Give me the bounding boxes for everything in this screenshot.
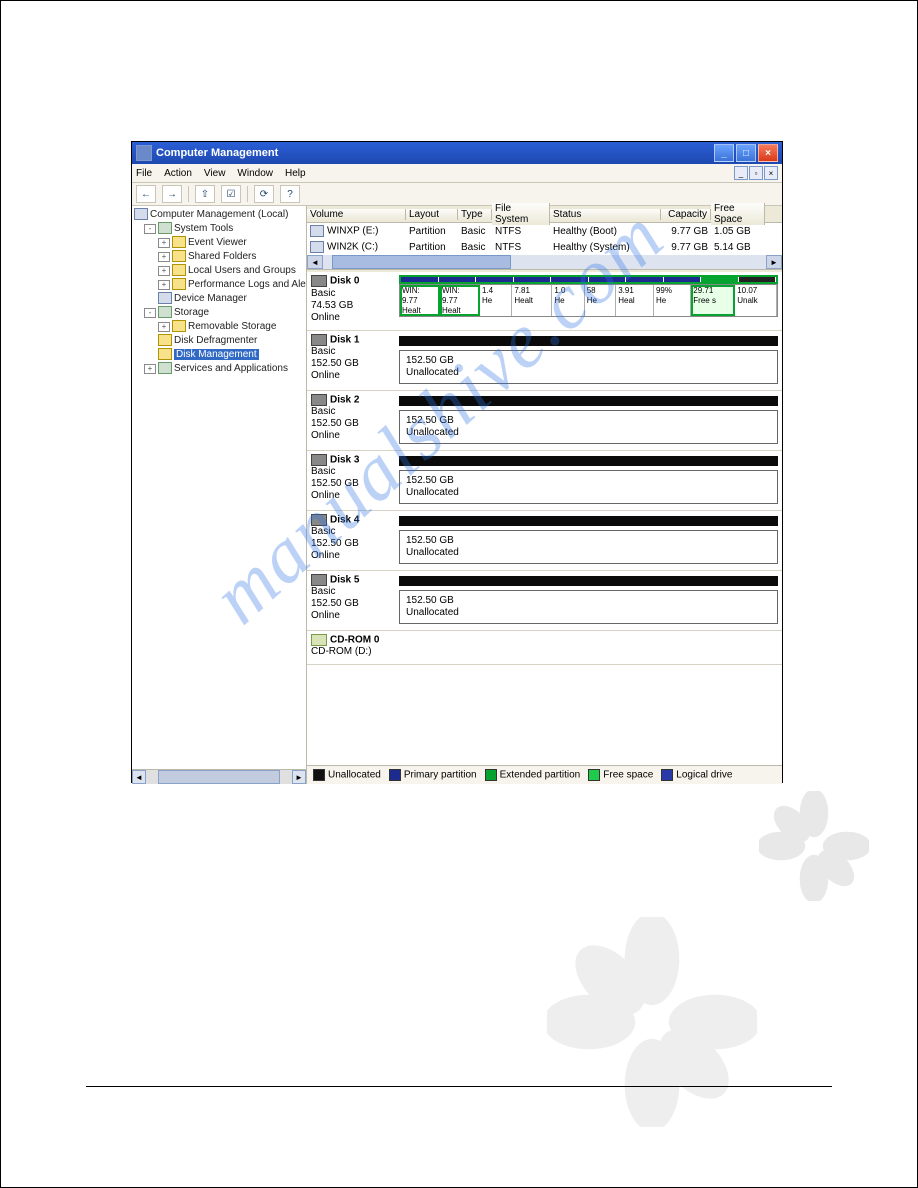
disk-row[interactable]: Disk 4Basic152.50 GBOnline152.50 GBUnall…	[307, 511, 782, 571]
menu-bar: File Action View Window Help _ ▫ ×	[132, 164, 782, 183]
help-button[interactable]: ?	[280, 185, 300, 203]
disk-info: Disk 4Basic152.50 GBOnline	[311, 514, 399, 564]
hscroll-thumb[interactable]	[332, 255, 511, 269]
disk-info: Disk 1Basic152.50 GBOnline	[311, 334, 399, 384]
partition-cell[interactable]: WIN:9.77Healt	[440, 285, 480, 316]
tree-perf-logs[interactable]: +Performance Logs and Alerts	[134, 278, 304, 292]
menu-action[interactable]: Action	[164, 168, 192, 179]
tree-event-viewer[interactable]: +Event Viewer	[134, 236, 304, 250]
tree-disk-management[interactable]: Disk Management	[134, 348, 304, 362]
partition-cell[interactable]: 1.4He	[480, 285, 512, 316]
disk-info: Disk 2Basic152.50 GBOnline	[311, 394, 399, 444]
disk-info: Disk 0 Basic 74.53 GB Online	[311, 275, 399, 324]
col-layout[interactable]: Layout	[406, 209, 458, 220]
console-tree[interactable]: Computer Management (Local) -System Tool…	[132, 206, 306, 769]
tree-disk-defragmenter[interactable]: Disk Defragmenter	[134, 334, 304, 348]
disk-map: Disk 0 Basic 74.53 GB Online	[307, 270, 782, 765]
scroll-thumb[interactable]	[158, 770, 280, 784]
minimize-button[interactable]: _	[714, 144, 734, 162]
menu-help[interactable]: Help	[285, 168, 306, 179]
flower-icon	[547, 917, 757, 1127]
col-type[interactable]: Type	[458, 209, 492, 220]
partition-cell[interactable]: 3.91Heal	[616, 285, 654, 316]
back-button[interactable]: ←	[136, 185, 156, 203]
toolbar: ← → ⇧ ☑ ⟳ ?	[132, 183, 782, 206]
hscroll-left-icon[interactable]: ◄	[307, 255, 323, 269]
titlebar[interactable]: Computer Management _ □ ×	[132, 142, 782, 164]
maximize-button[interactable]: □	[736, 144, 756, 162]
volume-hscroll[interactable]: ◄ ►	[307, 255, 782, 269]
flower-icon	[759, 791, 869, 901]
tree-storage[interactable]: -Storage	[134, 306, 304, 320]
detail-pane: Volume Layout Type File System Status Ca…	[307, 206, 782, 784]
legend: Unallocated Primary partition Extended p…	[307, 765, 782, 784]
menu-file[interactable]: File	[136, 168, 152, 179]
mdi-close[interactable]: ×	[764, 166, 778, 180]
volume-row[interactable]: WINXP (E:) Partition Basic NTFS Healthy …	[307, 223, 782, 239]
refresh-button[interactable]: ⟳	[254, 185, 274, 203]
partition-cell[interactable]: 10.07Unalk	[735, 285, 777, 316]
partition-block[interactable]: 152.50 GBUnallocated	[399, 516, 778, 564]
window-title: Computer Management	[156, 147, 278, 159]
partition-cell[interactable]: 7.81Healt	[512, 285, 552, 316]
forward-button[interactable]: →	[162, 185, 182, 203]
disk-info: Disk 3Basic152.50 GBOnline	[311, 454, 399, 504]
computer-management-window: Computer Management _ □ × File Action Vi…	[131, 141, 783, 783]
cdrom-info: CD-ROM 0 CD-ROM (D:)	[311, 634, 399, 659]
col-volume[interactable]: Volume	[307, 209, 406, 220]
properties-button[interactable]: ☑	[221, 185, 241, 203]
tree-removable-storage[interactable]: +Removable Storage	[134, 320, 304, 334]
disk-row-0[interactable]: Disk 0 Basic 74.53 GB Online	[307, 272, 782, 331]
col-free-space[interactable]: Free Space	[711, 203, 765, 225]
tree-shared-folders[interactable]: +Shared Folders	[134, 250, 304, 264]
scroll-left-icon[interactable]: ◄	[132, 770, 146, 784]
mdi-max[interactable]: ▫	[749, 166, 763, 180]
disk-row[interactable]: Disk 1Basic152.50 GBOnline152.50 GBUnall…	[307, 331, 782, 391]
col-capacity[interactable]: Capacity	[661, 209, 711, 220]
tree-services-apps[interactable]: +Services and Applications	[134, 362, 304, 376]
volume-header[interactable]: Volume Layout Type File System Status Ca…	[307, 206, 782, 223]
menu-view[interactable]: View	[204, 168, 226, 179]
partition-cell[interactable]: 99%He	[654, 285, 691, 316]
disk-info: Disk 5Basic152.50 GBOnline	[311, 574, 399, 624]
scroll-right-icon[interactable]: ►	[292, 770, 306, 784]
col-filesystem[interactable]: File System	[492, 203, 550, 225]
mdi-controls: _ ▫ ×	[734, 166, 778, 180]
partition-cell[interactable]: WIN:9.77Healt	[400, 285, 440, 316]
app-icon	[136, 145, 152, 161]
footer-rule	[86, 1086, 832, 1087]
disk-row[interactable]: Disk 5Basic152.50 GBOnline152.50 GBUnall…	[307, 571, 782, 631]
disk0-partitions[interactable]: WIN:9.77HealtWIN:9.77Healt1.4He7.81Healt…	[399, 275, 778, 324]
partition-cell[interactable]: 29.71Free s	[691, 285, 735, 316]
partition-block[interactable]: 152.50 GBUnallocated	[399, 456, 778, 504]
cdrom-row[interactable]: CD-ROM 0 CD-ROM (D:)	[307, 631, 782, 666]
menu-window[interactable]: Window	[237, 168, 273, 179]
partition-cell[interactable]: 58He	[585, 285, 617, 316]
tree-local-users[interactable]: +Local Users and Groups	[134, 264, 304, 278]
disk-row[interactable]: Disk 3Basic152.50 GBOnline152.50 GBUnall…	[307, 451, 782, 511]
partition-cell[interactable]: 1.0He	[552, 285, 584, 316]
partition-block[interactable]: 152.50 GBUnallocated	[399, 396, 778, 444]
tree-scrollbar[interactable]: ◄ ►	[132, 769, 306, 784]
close-button[interactable]: ×	[758, 144, 778, 162]
mdi-min[interactable]: _	[734, 166, 748, 180]
col-status[interactable]: Status	[550, 209, 661, 220]
tree-device-manager[interactable]: Device Manager	[134, 292, 304, 306]
up-button[interactable]: ⇧	[195, 185, 215, 203]
tree-root[interactable]: Computer Management (Local)	[134, 208, 304, 222]
volume-list: Volume Layout Type File System Status Ca…	[307, 206, 782, 270]
tree-system-tools[interactable]: -System Tools	[134, 222, 304, 236]
volume-row[interactable]: WIN2K (C:) Partition Basic NTFS Healthy …	[307, 239, 782, 255]
disk-row[interactable]: Disk 2Basic152.50 GBOnline152.50 GBUnall…	[307, 391, 782, 451]
partition-block[interactable]: 152.50 GBUnallocated	[399, 576, 778, 624]
tree-pane: Computer Management (Local) -System Tool…	[132, 206, 307, 784]
partition-block[interactable]: 152.50 GBUnallocated	[399, 336, 778, 384]
hscroll-right-icon[interactable]: ►	[766, 255, 782, 269]
